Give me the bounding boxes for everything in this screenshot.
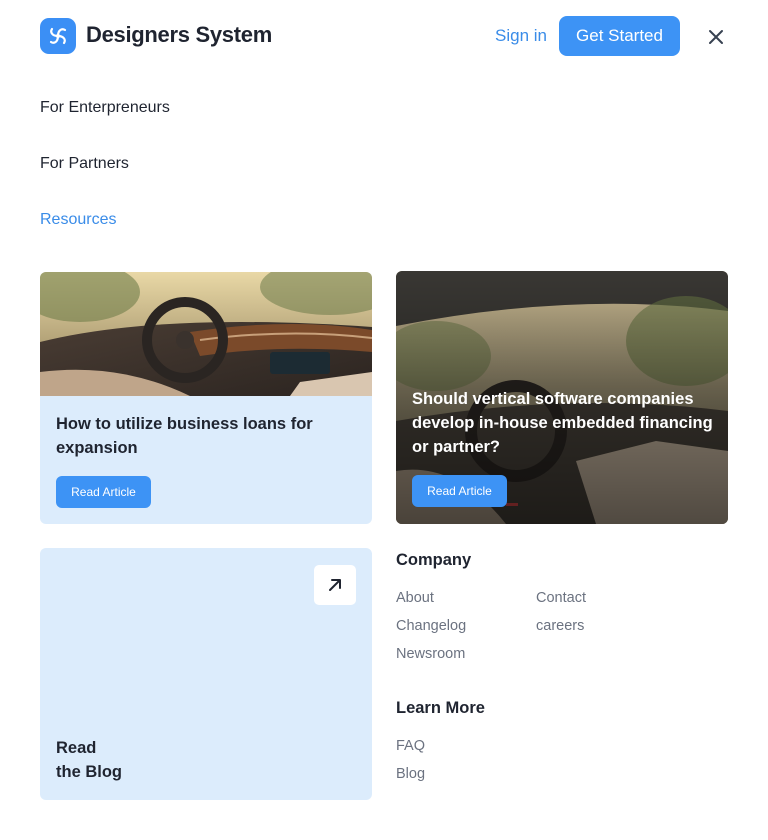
article-title: Should vertical software companies devel… [412, 387, 713, 459]
nav-item-resources[interactable]: Resources [40, 211, 116, 229]
brand-name[interactable]: Designers System [86, 22, 272, 48]
blog-card[interactable]: Read the Blog [40, 548, 372, 800]
article-card[interactable]: How to utilize business loans for expans… [40, 272, 372, 524]
nav-item-partners[interactable]: For Partners [40, 155, 129, 173]
car-interior-image [40, 272, 372, 396]
article-title-line: develop in-house embedded financing [412, 414, 713, 432]
footer-link-blog[interactable]: Blog [396, 766, 425, 782]
footer-link-faq[interactable]: FAQ [396, 738, 425, 754]
footer-link-about[interactable]: About [396, 590, 434, 606]
footer-link-newsroom[interactable]: Newsroom [396, 646, 465, 662]
footer-link-changelog[interactable]: Changelog [396, 618, 466, 634]
blog-label: Read the Blog [56, 736, 122, 784]
footer-link-careers[interactable]: careers [536, 618, 584, 634]
sign-in-link[interactable]: Sign in [495, 26, 547, 46]
close-icon [709, 30, 723, 44]
article-title-line: Should vertical software companies [412, 390, 694, 408]
nav-item-enterpreneurs[interactable]: For Enterpreneurs [40, 99, 170, 117]
brand-logo[interactable] [40, 18, 76, 54]
header: Designers System Sign in Get Started [0, 0, 768, 72]
article-title-line: How to utilize business loans for [56, 415, 313, 433]
swirl-logo-icon [49, 27, 67, 45]
company-heading: Company [396, 551, 472, 569]
open-blog-button[interactable] [314, 565, 356, 605]
close-button[interactable] [703, 24, 729, 50]
article-title: How to utilize business loans for expans… [56, 412, 313, 460]
blog-label-line: Read [56, 739, 97, 757]
footer-link-contact[interactable]: Contact [536, 590, 586, 606]
read-article-button[interactable]: Read Article [412, 475, 507, 507]
article-title-line: expansion [56, 439, 138, 457]
learn-more-heading: Learn More [396, 699, 485, 717]
read-article-button[interactable]: Read Article [56, 476, 151, 508]
arrow-up-right-icon [329, 579, 341, 591]
get-started-button[interactable]: Get Started [559, 16, 680, 56]
article-title-line: or partner? [412, 438, 501, 456]
article-card-featured[interactable]: Should vertical software companies devel… [396, 271, 728, 524]
blog-label-line: the Blog [56, 763, 122, 781]
